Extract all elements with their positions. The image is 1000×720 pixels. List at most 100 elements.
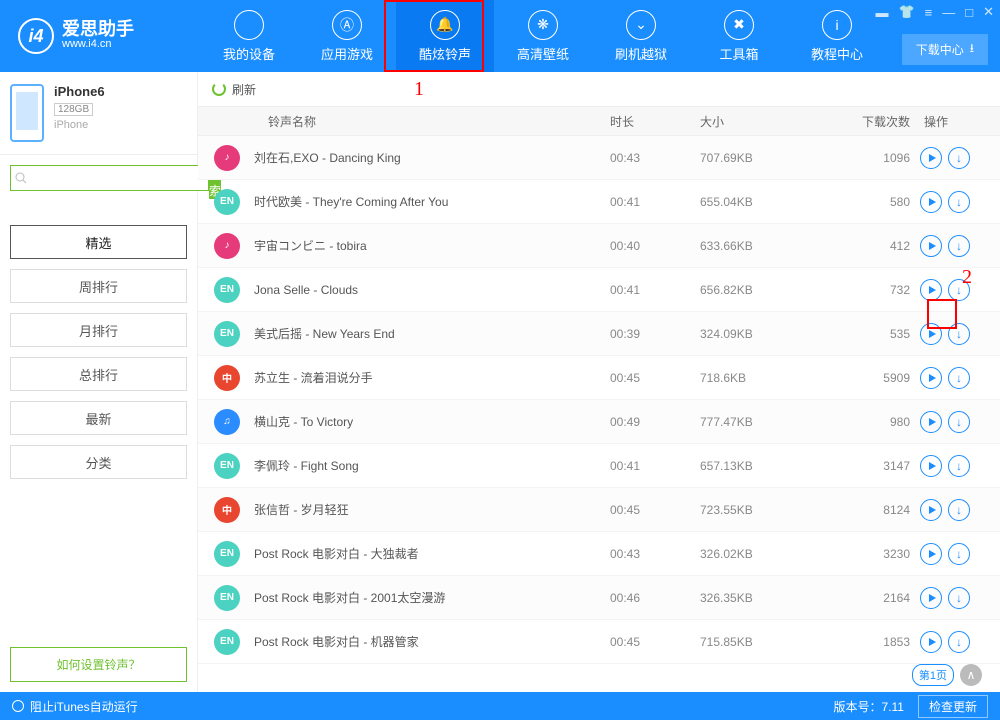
table-row[interactable]: EN美式后摇 - New Years End00:39324.09KB535 <box>198 312 1000 356</box>
table-row[interactable]: ENPost Rock 电影对白 - 大独裁者00:43326.02KB3230 <box>198 532 1000 576</box>
nav-label: 应用游戏 <box>321 44 373 63</box>
table-row[interactable]: ENJona Selle - Clouds00:41656.82KB732 <box>198 268 1000 312</box>
row-ops <box>910 191 1000 213</box>
annotation-label-2: 2 <box>962 266 972 289</box>
row-duration: 00:49 <box>610 415 700 429</box>
row-name: 横山克 - To Victory <box>254 413 610 430</box>
side-tab-2[interactable]: 月排行 <box>10 313 187 347</box>
row-category-icon: 中 <box>214 497 240 523</box>
row-size: 326.35KB <box>700 591 820 605</box>
row-name: 宇宙コンビニ - tobira <box>254 237 610 254</box>
play-button[interactable] <box>920 191 942 213</box>
nav-label: 刷机越狱 <box>615 44 667 63</box>
col-duration: 时长 <box>610 113 700 130</box>
page-label[interactable]: 第1页 <box>912 664 954 686</box>
row-name: Post Rock 电影对白 - 机器管家 <box>254 633 610 650</box>
table-row[interactable]: EN李佩玲 - Fight Song00:41657.13KB3147 <box>198 444 1000 488</box>
download-button[interactable] <box>948 587 970 609</box>
row-downloads: 980 <box>820 415 910 429</box>
row-ops <box>910 499 1000 521</box>
nav-item-5[interactable]: ✖ 工具箱 <box>690 0 788 72</box>
device-panel[interactable]: iPhone6 128GB iPhone <box>0 72 197 155</box>
download-center-button[interactable]: 下载中心 ⭳ <box>902 34 988 65</box>
table-row[interactable]: ENPost Rock 电影对白 - 2001太空漫游00:46326.35KB… <box>198 576 1000 620</box>
side-tab-3[interactable]: 总排行 <box>10 357 187 391</box>
table-row[interactable]: ♪宇宙コンビニ - tobira00:40633.66KB412 <box>198 224 1000 268</box>
minimize-icon[interactable]: — <box>942 5 955 20</box>
play-button[interactable] <box>920 411 942 433</box>
table-row[interactable]: 中苏立生 - 流着泪说分手00:45718.6KB5909 <box>198 356 1000 400</box>
nav-icon: ✖ <box>724 10 754 40</box>
play-button[interactable] <box>920 279 942 301</box>
close-icon[interactable]: ✕ <box>983 4 994 20</box>
row-name: Jona Selle - Clouds <box>254 283 610 297</box>
play-button[interactable] <box>920 587 942 609</box>
play-button[interactable] <box>920 499 942 521</box>
side-tab-1[interactable]: 周排行 <box>10 269 187 303</box>
row-name: Post Rock 电影对白 - 大独裁者 <box>254 545 610 562</box>
device-capacity: 128GB <box>54 103 93 116</box>
device-type: iPhone <box>54 119 105 131</box>
row-name: 苏立生 - 流着泪说分手 <box>254 369 610 386</box>
download-button[interactable] <box>948 455 970 477</box>
row-category-icon: EN <box>214 189 240 215</box>
play-button[interactable] <box>920 455 942 477</box>
side-tab-4[interactable]: 最新 <box>10 401 187 435</box>
table-header: 铃声名称 时长 大小 下载次数 操作 <box>198 106 1000 136</box>
play-button[interactable] <box>920 235 942 257</box>
check-update-button[interactable]: 检查更新 <box>918 695 988 718</box>
play-button[interactable] <box>920 323 942 345</box>
row-downloads: 1853 <box>820 635 910 649</box>
nav-item-6[interactable]: i教程中心 <box>788 0 886 72</box>
download-button[interactable] <box>948 499 970 521</box>
play-button[interactable] <box>920 147 942 169</box>
menu-icon[interactable]: ≡ <box>925 5 933 20</box>
feedback-icon[interactable]: ▬ <box>875 5 888 20</box>
refresh-label[interactable]: 刷新 <box>232 81 256 98</box>
table-row[interactable]: ♪刘在石,EXO - Dancing King00:43707.69KB1096 <box>198 136 1000 180</box>
download-button[interactable] <box>948 411 970 433</box>
table-row[interactable]: ♫横山克 - To Victory00:49777.47KB980 <box>198 400 1000 444</box>
table-row[interactable]: ENPost Rock 电影对白 - 机器管家00:45715.85KB1853 <box>198 620 1000 664</box>
search-input[interactable] <box>10 165 209 191</box>
refresh-icon[interactable] <box>212 82 226 96</box>
row-ops <box>910 367 1000 389</box>
nav-item-2[interactable]: 🔔 酷炫铃声 <box>396 0 494 72</box>
play-button[interactable] <box>920 367 942 389</box>
download-button[interactable] <box>948 235 970 257</box>
download-button[interactable] <box>948 367 970 389</box>
table-row[interactable]: 中张信哲 - 岁月轻狂00:45723.55KB8124 <box>198 488 1000 532</box>
itunes-toggle-icon[interactable] <box>12 700 24 712</box>
nav-item-3[interactable]: ❋高清壁纸 <box>494 0 592 72</box>
nav-item-0[interactable]: 我的设备 <box>200 0 298 72</box>
table-row[interactable]: EN时代欧美 - They're Coming After You00:4165… <box>198 180 1000 224</box>
nav-icon: i <box>822 10 852 40</box>
download-button[interactable] <box>948 323 970 345</box>
row-size: 723.55KB <box>700 503 820 517</box>
side-tab-5[interactable]: 分类 <box>10 445 187 479</box>
nav-icon <box>234 10 264 40</box>
nav-item-4[interactable]: ⌄刷机越狱 <box>592 0 690 72</box>
row-category-icon: 中 <box>214 365 240 391</box>
nav-icon: 🔔 <box>430 10 460 40</box>
row-category-icon: EN <box>214 321 240 347</box>
ringtone-help-link[interactable]: 如何设置铃声？ <box>10 647 187 682</box>
download-button[interactable] <box>948 543 970 565</box>
download-button[interactable] <box>948 631 970 653</box>
page-next[interactable]: ∧ <box>960 664 982 686</box>
play-button[interactable] <box>920 631 942 653</box>
skin-icon[interactable]: 👕 <box>898 4 914 20</box>
download-button[interactable] <box>948 147 970 169</box>
download-button[interactable] <box>948 191 970 213</box>
itunes-toggle-label[interactable]: 阻止iTunes自动运行 <box>30 698 138 715</box>
play-button[interactable] <box>920 543 942 565</box>
maximize-icon[interactable]: □ <box>965 5 973 20</box>
nav-item-1[interactable]: Ⓐ应用游戏 <box>298 0 396 72</box>
side-tab-0[interactable]: 精选 <box>10 225 187 259</box>
nav-label: 酷炫铃声 <box>419 44 471 63</box>
row-size: 777.47KB <box>700 415 820 429</box>
nav-label: 工具箱 <box>719 44 758 63</box>
row-downloads: 3147 <box>820 459 910 473</box>
row-ops <box>910 147 1000 169</box>
window-controls: ▬ 👕 ≡ — □ ✕ <box>875 4 994 20</box>
